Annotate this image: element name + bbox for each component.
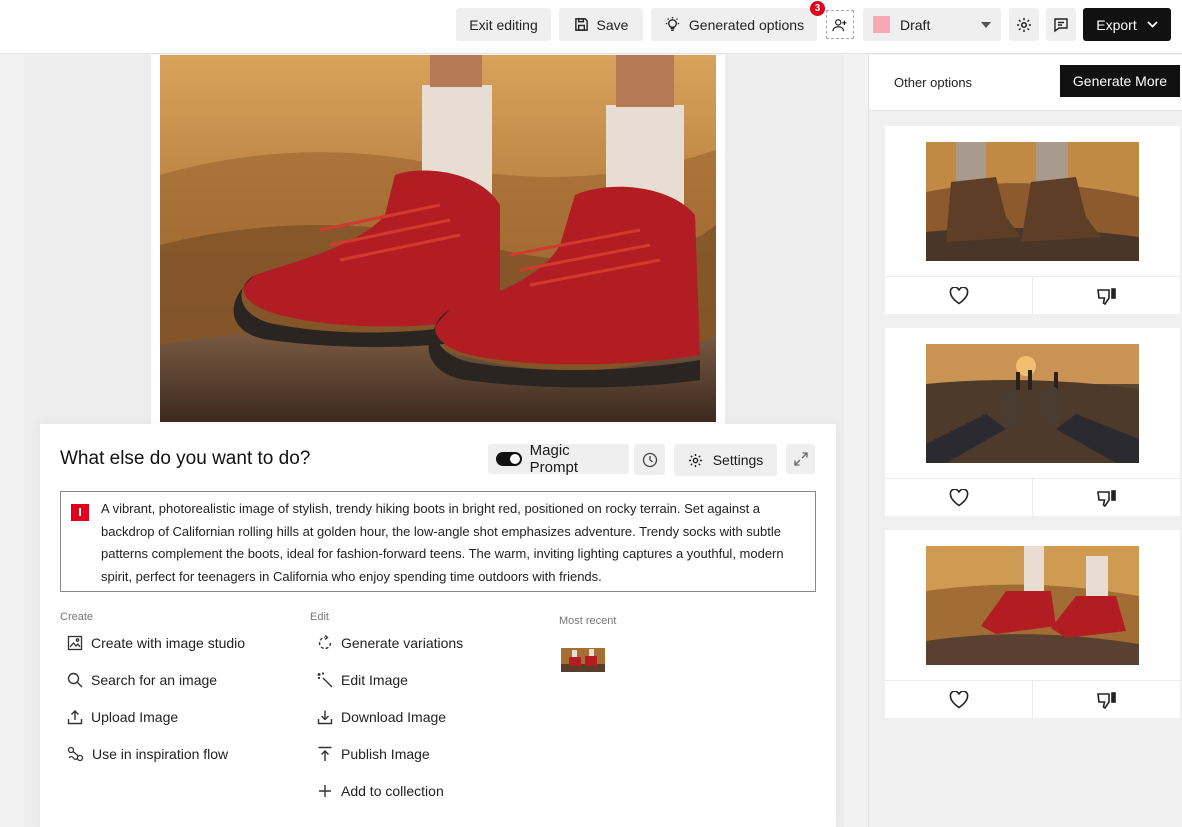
search-for-an-image-label: Search for an image xyxy=(91,672,218,688)
image-studio-icon xyxy=(67,635,83,651)
sidebar-title: Other options xyxy=(894,75,973,90)
create-with-image-studio-label: Create with image studio xyxy=(91,635,246,651)
search-icon xyxy=(67,672,83,688)
generate-more-button[interactable]: Generate More xyxy=(1060,65,1180,97)
prompt-input[interactable]: A vibrant, photorealistic image of styli… xyxy=(60,491,816,592)
sidebar-header: Other options Generate More xyxy=(869,55,1182,111)
expand-button[interactable] xyxy=(786,444,815,474)
dislike-button[interactable] xyxy=(1032,681,1180,718)
dislike-button[interactable] xyxy=(1032,277,1180,314)
search-for-an-image[interactable]: Search for an image xyxy=(67,669,217,691)
plus-icon xyxy=(319,785,331,797)
add-user-icon xyxy=(832,18,847,31)
download-icon xyxy=(317,710,333,725)
like-button[interactable] xyxy=(885,681,1032,718)
heart-icon xyxy=(949,286,968,304)
hero-image[interactable] xyxy=(160,55,716,422)
option-card xyxy=(885,530,1180,718)
add-collaborator-button[interactable] xyxy=(826,10,854,39)
panel-title: What else do you want to do? xyxy=(60,448,311,469)
export-label: Export xyxy=(1096,16,1137,33)
download-image-label: Download Image xyxy=(341,709,447,725)
gear-icon xyxy=(1017,17,1031,32)
create-with-image-studio[interactable]: Create with image studio xyxy=(67,632,245,654)
generate-variations-label: Generate variations xyxy=(341,635,464,651)
card-actions xyxy=(885,680,1180,718)
publish-icon xyxy=(318,746,332,761)
edit-section-label: Edit xyxy=(310,611,329,623)
comment-icon xyxy=(1054,17,1068,32)
thumbs-down-icon xyxy=(1096,287,1116,305)
save-label: Save xyxy=(596,16,629,33)
variations-icon xyxy=(318,635,332,650)
heart-icon xyxy=(949,488,968,506)
expand-icon xyxy=(793,452,808,466)
status-select[interactable]: Draft xyxy=(863,8,1001,41)
edit-image[interactable]: Edit Image xyxy=(317,669,408,691)
publish-image-label: Publish Image xyxy=(341,746,430,762)
top-toolbar: Exit editing Save Generated options 3 Dr… xyxy=(0,0,1182,54)
clock-icon xyxy=(642,452,657,467)
upload-image-label: Upload Image xyxy=(91,709,179,725)
card-actions xyxy=(885,478,1180,516)
magic-prompt-toggle[interactable]: Magic Prompt xyxy=(488,442,629,476)
option-image[interactable] xyxy=(926,142,1139,261)
settings-gear-button[interactable] xyxy=(1009,8,1039,41)
comments-button[interactable] xyxy=(1046,8,1076,41)
status-value: Draft xyxy=(900,16,931,33)
magic-wand-icon xyxy=(317,672,333,688)
exit-editing-label: Exit editing xyxy=(469,16,538,33)
recent-thumbnail[interactable] xyxy=(561,648,605,672)
caret-down-icon xyxy=(981,21,991,28)
thumbs-down-icon xyxy=(1096,489,1116,507)
add-to-collection[interactable]: Add to collection xyxy=(317,780,444,802)
toggle-switch-icon xyxy=(496,452,522,466)
download-image[interactable]: Download Image xyxy=(317,706,446,728)
use-in-inspiration-flow[interactable]: Use in inspiration flow xyxy=(67,743,228,765)
export-button[interactable]: Export xyxy=(1083,8,1171,41)
history-button[interactable] xyxy=(634,444,665,475)
generate-variations[interactable]: Generate variations xyxy=(317,632,463,654)
lightbulb-icon xyxy=(665,16,680,31)
option-card xyxy=(885,126,1180,314)
upload-icon xyxy=(67,710,83,725)
gear-icon xyxy=(688,453,702,467)
exit-editing-button[interactable]: Exit editing xyxy=(456,8,551,41)
prompt-settings-button[interactable]: Settings xyxy=(674,444,777,476)
prompt-panel: What else do you want to do? Magic Promp… xyxy=(40,424,836,827)
magic-prompt-label: Magic Prompt xyxy=(529,442,579,476)
brand-mark-icon xyxy=(71,504,89,521)
inspiration-flow-icon xyxy=(67,746,84,762)
generated-options-label: Generated options xyxy=(688,16,805,33)
option-image[interactable] xyxy=(926,546,1139,665)
save-icon xyxy=(574,18,588,31)
status-color-swatch xyxy=(873,16,890,33)
dislike-button[interactable] xyxy=(1032,479,1180,516)
generated-options-button[interactable]: Generated options xyxy=(651,8,817,41)
heart-icon xyxy=(949,690,968,708)
create-section-label: Create xyxy=(60,611,94,623)
like-button[interactable] xyxy=(885,479,1032,516)
option-image[interactable] xyxy=(926,344,1139,463)
thumbs-down-icon xyxy=(1096,691,1116,709)
publish-image[interactable]: Publish Image xyxy=(317,743,430,765)
upload-image[interactable]: Upload Image xyxy=(67,706,178,728)
notification-badge: 3 xyxy=(810,1,825,16)
options-sidebar: Other options Generate More xyxy=(868,55,1182,827)
prompt-text[interactable]: A vibrant, photorealistic image of styli… xyxy=(101,498,806,588)
chevron-down-icon xyxy=(1147,21,1158,28)
option-card xyxy=(885,328,1180,516)
card-actions xyxy=(885,276,1180,314)
edit-image-label: Edit Image xyxy=(341,672,408,688)
use-in-inspiration-flow-label: Use in inspiration flow xyxy=(92,746,229,762)
add-to-collection-label: Add to collection xyxy=(341,783,444,799)
settings-label: Settings xyxy=(712,452,764,468)
save-button[interactable]: Save xyxy=(559,8,643,41)
like-button[interactable] xyxy=(885,277,1032,314)
most-recent-label: Most recent xyxy=(559,615,617,627)
